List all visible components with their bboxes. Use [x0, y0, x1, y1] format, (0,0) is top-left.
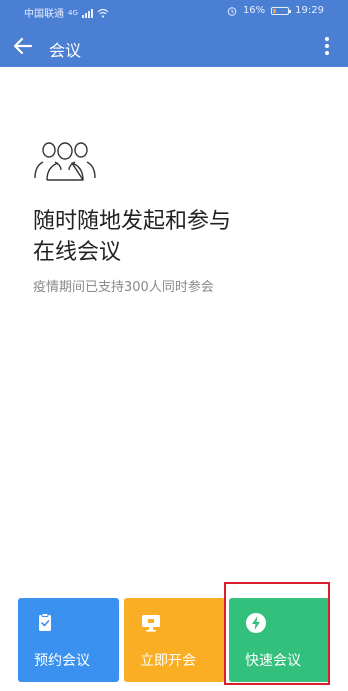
subtitle: 疫情期间已支持300人同时参会 — [33, 280, 214, 295]
more-vert-icon[interactable] — [320, 34, 334, 58]
alarm-icon — [227, 6, 237, 16]
monitor-icon — [142, 615, 160, 632]
schedule-meeting-label: 预约会议 — [34, 653, 90, 669]
carrier-label: 中国联通 — [24, 9, 64, 20]
action-tiles: 预约会议 立即开会 快速会议 — [0, 598, 348, 683]
toolbar: 会议 — [0, 24, 348, 67]
status-bar: 中国联通 4G 16% 19:29 — [0, 0, 348, 22]
start-meeting-label: 立即开会 — [140, 653, 196, 669]
app-header: 中国联通 4G 16% 19:29 会议 — [0, 0, 348, 67]
signal-icon — [81, 8, 93, 18]
clock: 19:29 — [295, 5, 324, 16]
battery-percent: 16% — [242, 5, 266, 16]
headline-line1: 随时随地发起和参与 — [33, 209, 232, 234]
back-arrow-icon[interactable] — [11, 34, 35, 58]
battery-icon — [271, 6, 292, 15]
status-left: 中国联通 4G — [24, 5, 109, 20]
calendar-clipboard-icon — [39, 613, 51, 631]
quick-meeting-button[interactable]: 快速会议 — [229, 598, 330, 682]
status-right: 16% 19:29 — [227, 5, 324, 16]
start-meeting-button[interactable]: 立即开会 — [124, 598, 225, 682]
network-label: 4G — [68, 8, 78, 17]
quick-meeting-label: 快速会议 — [245, 653, 301, 669]
page-title: 会议 — [49, 41, 82, 60]
wifi-icon — [97, 8, 109, 18]
people-group-icon — [34, 142, 96, 181]
headline: 随时随地发起和参与 在线会议 — [33, 206, 231, 268]
schedule-meeting-button[interactable]: 预约会议 — [18, 598, 119, 682]
lightning-icon — [246, 613, 266, 633]
headline-line2: 在线会议 — [33, 240, 122, 265]
